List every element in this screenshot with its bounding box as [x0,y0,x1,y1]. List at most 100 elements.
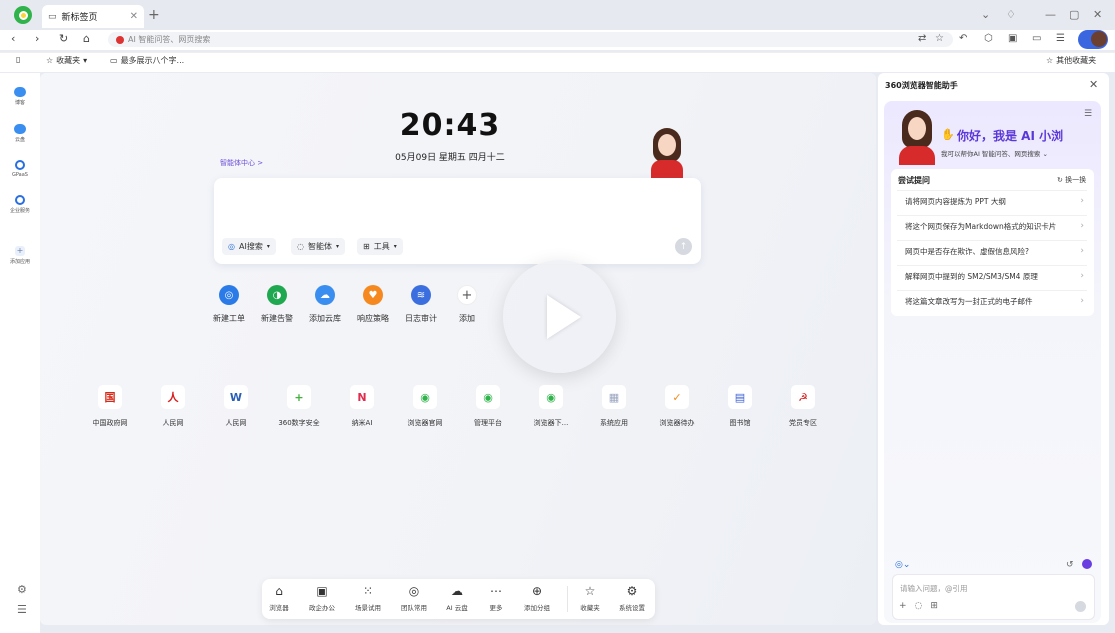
ai-search-box[interactable] [214,178,701,264]
tab-new-tab[interactable]: ▭ 新标签页 ✕ [42,5,144,28]
site-360-security[interactable]: +360数字安全 [271,385,327,428]
quick-action-add-cloud[interactable]: ☁ 添加云库 [305,285,345,324]
chevron-down-icon[interactable]: ⌄ [981,8,990,21]
dock-settings[interactable]: ⚙ 系统设置 [614,584,650,612]
chat-icon[interactable] [1082,559,1092,569]
question-item[interactable]: 请将网页内容提炼为 PPT 大纲 › [897,190,1087,211]
quick-action-new-ticket[interactable]: ◎ 新建工单 [209,285,249,324]
sidebar-item-blog[interactable]: 博客 [0,87,40,106]
site-gov[interactable]: 国中国政府网 [82,385,138,428]
address-input[interactable]: AI 智能问答、网页搜索 [108,32,953,47]
send-button[interactable]: ↑ [675,238,692,255]
translate-icon[interactable]: ⇄ [918,33,926,44]
site-admin-platform[interactable]: ◉ 管理平台 [460,385,516,428]
undo-icon[interactable]: ↶ [959,33,967,44]
send-button[interactable] [1075,601,1086,612]
swap-button[interactable]: ↻ 换一换 [1057,175,1086,185]
dock-office[interactable]: ▣ 政企办公 [304,584,340,612]
plus-icon[interactable]: + [899,601,907,611]
service-icon [15,195,25,205]
shirt-icon[interactable]: ♢ [1006,8,1016,21]
tools-icon[interactable]: ⊞ [930,601,938,611]
question-item[interactable]: 解释网页中提到的 SM2/SM3/SM4 原理 › [897,265,1087,286]
question-text: 将这篇文章改写为一封正式的电子邮件 [905,296,1033,306]
home-icon[interactable]: ⌂ [83,32,90,45]
bookmark-folder[interactable]: ▭ 最多展示八个字... [110,55,184,66]
reload-icon[interactable]: ↻ [59,32,68,45]
site-browser-download[interactable]: ◉ 浏览器下... [523,385,579,428]
site-library[interactable]: ▤ 图书馆 [712,385,768,428]
site-system-apps[interactable]: ▦ 系统应用 [586,385,642,428]
new-tab-button[interactable]: + [148,7,160,23]
site-people[interactable]: 人人民网 [145,385,201,428]
forward-icon[interactable]: › [35,32,39,45]
site-people-2[interactable]: W 人民网 [208,385,264,428]
sidebar-toggle-icon[interactable]: ▯ [16,55,20,64]
clock: 20:43 [399,108,501,143]
extension-icon[interactable]: ⬡ [984,33,993,44]
dock-scenario[interactable]: ⁙ 场景试用 [350,584,386,612]
ai-search-chip[interactable]: ◎ AI搜索 ▾ [222,238,276,255]
bookmark-other[interactable]: ☆ 其他收藏夹 [1046,55,1096,66]
question-text: 解释网页中提到的 SM2/SM3/SM4 原理 [905,271,1038,281]
tools-icon: ⊞ [363,242,370,251]
todo-icon: ✓ [665,385,689,409]
screen-icon[interactable]: ▭ [1032,33,1041,44]
dock-add-group[interactable]: ⊕ 添加分组 [519,584,555,612]
quick-action-add[interactable]: + 添加 [447,285,487,324]
agent-chip[interactable]: ◌ 智能体 ▾ [291,238,345,255]
dock-ai-drive[interactable]: ☁ AI 云盘 [439,584,475,612]
ai-search-icon[interactable]: ◎⌄ [895,560,910,570]
assistant-avatar-button[interactable] [1078,30,1108,49]
menu-icon[interactable]: ☰ [17,603,27,616]
grid-icon: ▦ [602,385,626,409]
close-icon[interactable]: ✕ [1089,78,1098,91]
briefcase-icon[interactable]: ▣ [1008,33,1017,44]
folder-icon: ▭ [110,56,118,65]
site-party-member[interactable]: ☭ 党员专区 [775,385,831,428]
sidebar-item-enterprise[interactable]: 企业服务 [0,195,40,214]
assistant-subtitle[interactable]: 我可以帮你AI 智能问答、网页搜索 ⌄ [941,148,1048,158]
browser-logo-icon[interactable] [14,6,32,24]
history-icon[interactable]: ↺ [1066,560,1074,570]
minimize-icon[interactable]: — [1045,8,1056,21]
sidebar-item-cloud[interactable]: 云盘 [0,124,40,143]
agent-center-link[interactable]: 智能体中心 > [220,158,263,168]
settings-icon[interactable]: ⚙ [17,583,27,596]
assistant-avatar [647,128,687,178]
site-nano-ai[interactable]: N 纳米AI [334,385,390,428]
back-icon[interactable]: ‹ [11,32,15,45]
close-window-icon[interactable]: ✕ [1093,8,1102,21]
bookmark-favorites[interactable]: ☆ 收藏夹 ▾ [46,55,87,66]
sidebar-item-add-app[interactable]: + 添加应用 [0,246,40,265]
date-text: 05月09日 星期五 四月十二 [395,153,505,163]
close-icon[interactable]: ✕ [130,11,138,22]
sidebar-item-gpaas[interactable]: GPaaS [0,160,40,178]
input-toolbar: + ◌ ⊞ [899,601,938,611]
quick-action-label: 添加 [459,314,475,323]
quick-action-response-policy[interactable]: ♥ 响应策略 [353,285,393,324]
assistant-title: 360浏览器智能助手 [885,81,958,90]
play-button[interactable] [503,260,616,373]
question-item[interactable]: 将这个网页保存为Markdown格式的知识卡片 › [897,215,1087,236]
menu-icon[interactable]: ☰ [1056,33,1065,44]
tools-chip[interactable]: ⊞ 工具 ▾ [357,238,403,255]
dock-favorites[interactable]: ☆ 收藏夹 [572,584,608,612]
quick-action-new-alert[interactable]: ◑ 新建告警 [257,285,297,324]
site-browser-official[interactable]: ◉ 浏览器官网 [397,385,453,428]
question-item[interactable]: 将这篇文章改写为一封正式的电子邮件 › [897,290,1087,311]
grid-icon: ⁙ [362,584,374,598]
dock-team[interactable]: ◎ 团队常用 [396,584,432,612]
star-icon[interactable]: ☆ [935,33,944,44]
question-item[interactable]: 网页中是否存在欺诈、虚假信息风险? › [897,240,1087,261]
maximize-icon[interactable]: ▢ [1069,8,1079,21]
menu-icon[interactable]: ☰ [1084,109,1092,119]
dock-browser[interactable]: ⌂ 浏览器 [261,584,297,612]
cloud-icon: ☁ [315,285,335,305]
assistant-input[interactable] [892,574,1095,620]
quick-action-log-audit[interactable]: ≋ 日志审计 [401,285,441,324]
dock-label: AI 云盘 [446,604,468,612]
agent-icon[interactable]: ◌ [915,601,923,611]
dock-more[interactable]: ⋯ 更多 [478,584,514,612]
site-browser-todo[interactable]: ✓ 浏览器待办 [649,385,705,428]
